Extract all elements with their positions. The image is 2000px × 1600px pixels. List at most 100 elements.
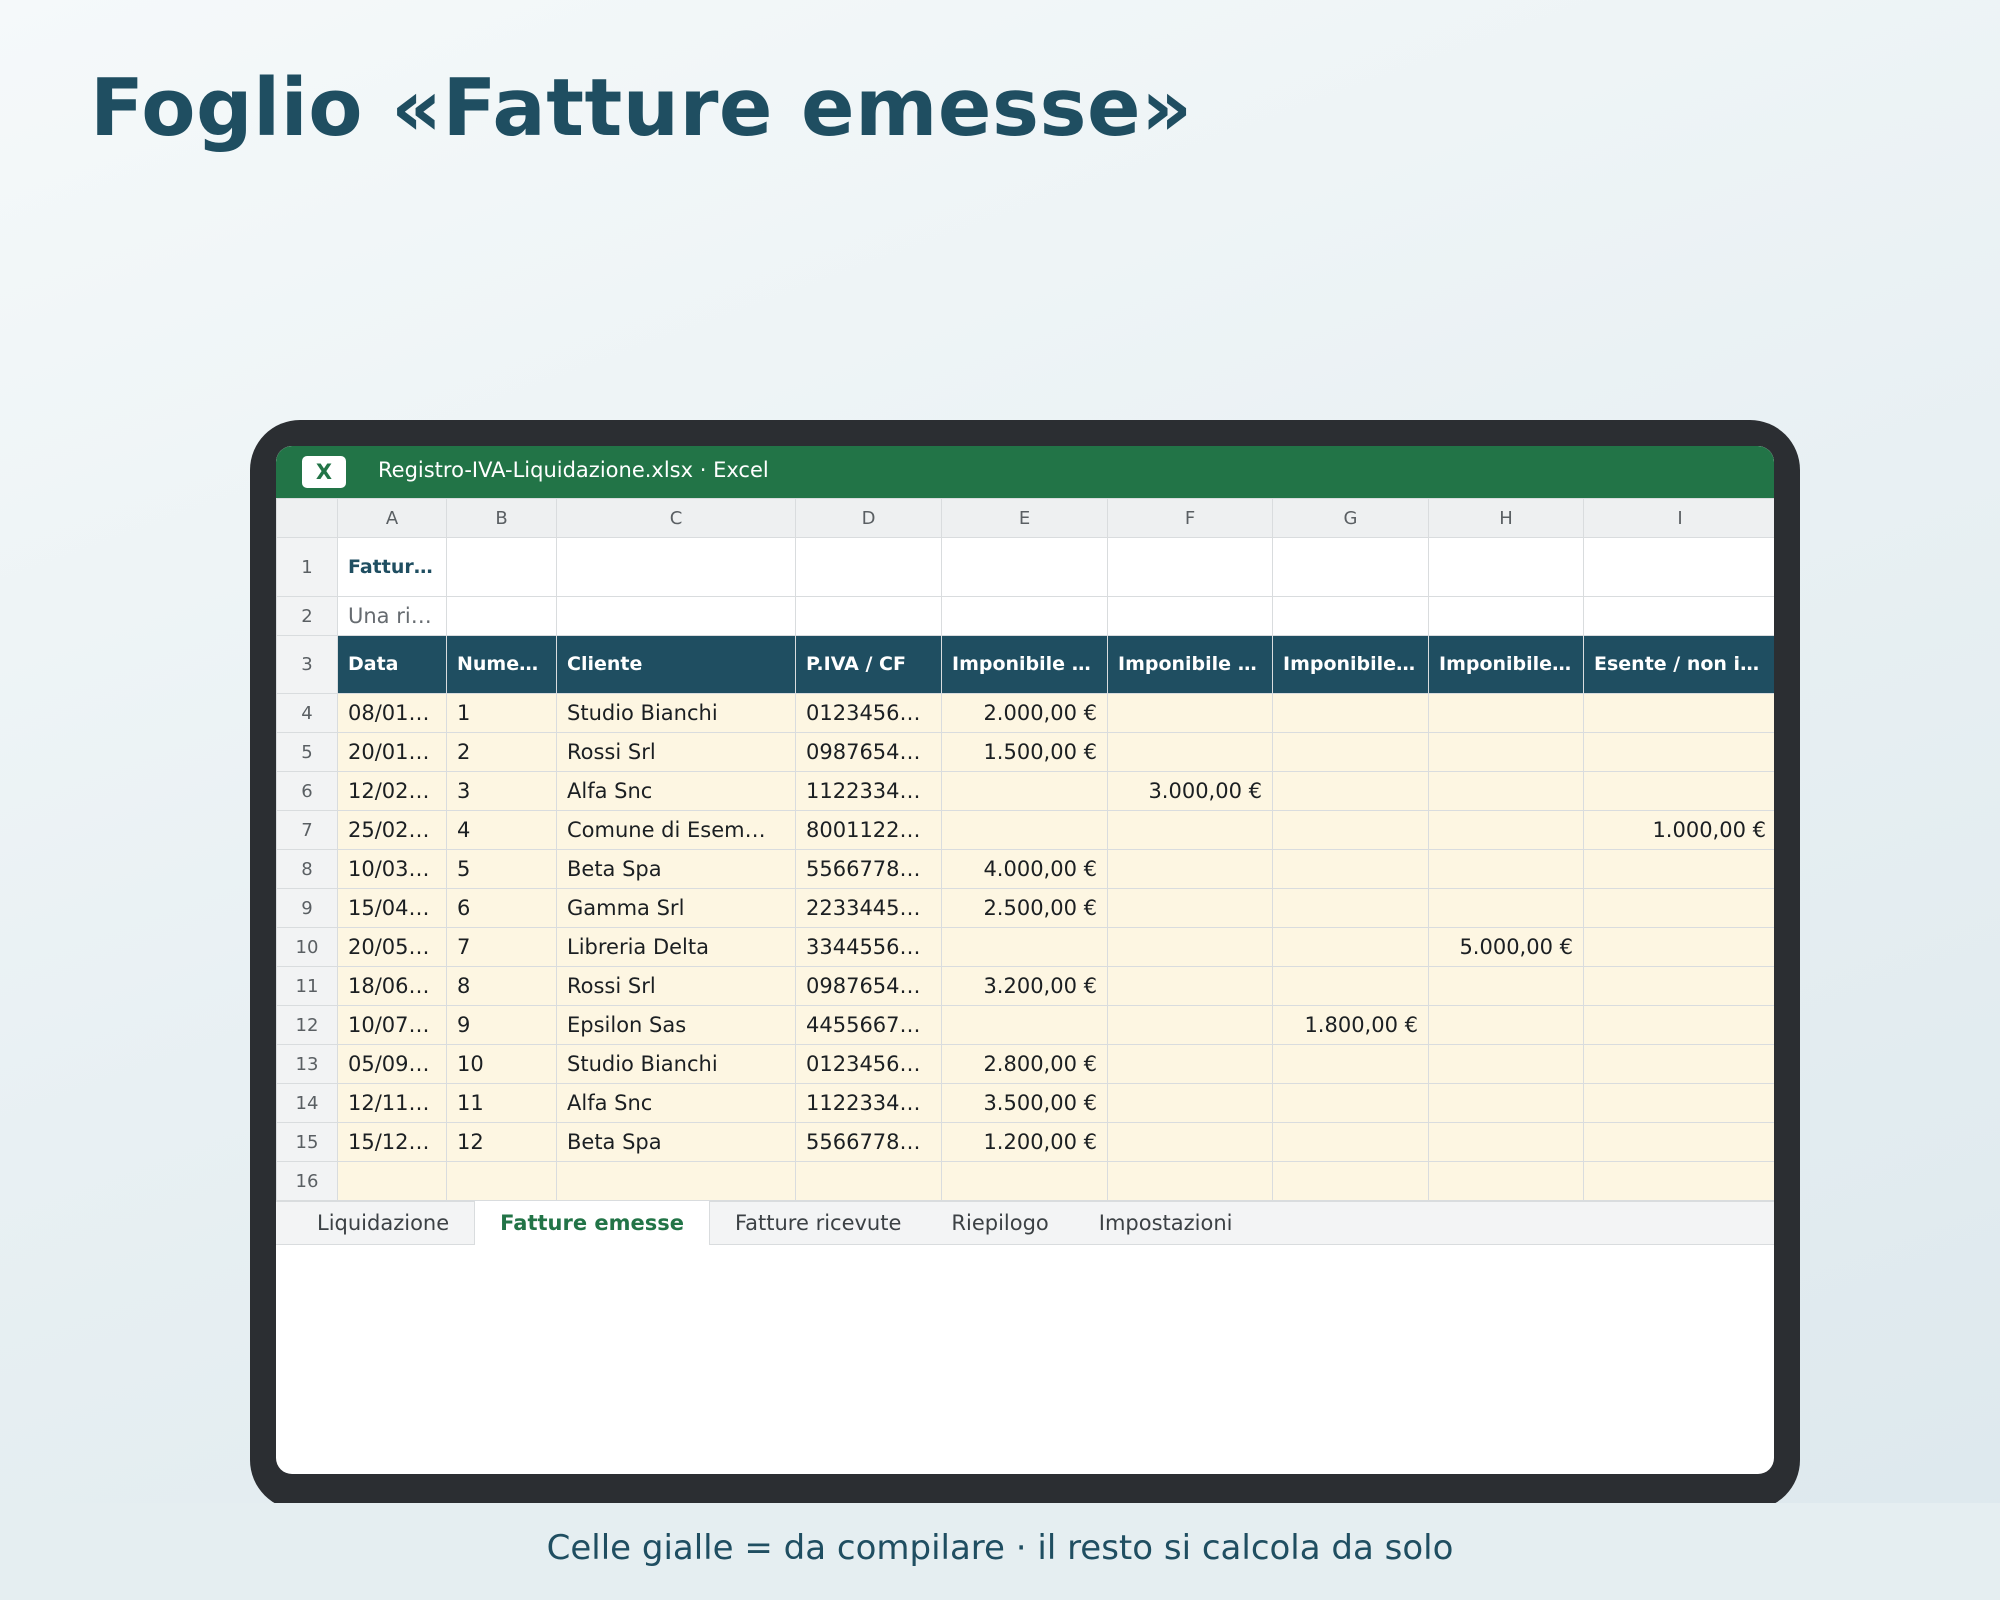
data-cell[interactable]: 18/06… <box>337 966 447 1006</box>
data-cell[interactable] <box>1272 927 1429 967</box>
data-cell[interactable]: 1.500,00 € <box>941 732 1108 772</box>
data-cell[interactable]: 0123456… <box>795 1044 942 1084</box>
row-number[interactable]: 13 <box>276 1044 338 1084</box>
header-data[interactable]: Data <box>337 635 447 694</box>
data-cell[interactable]: 3 <box>446 771 557 811</box>
data-cell[interactable] <box>1583 1161 1774 1201</box>
data-cell[interactable] <box>1107 927 1273 967</box>
data-cell[interactable]: 10/07… <box>337 1005 447 1045</box>
data-cell[interactable]: 3344556… <box>795 927 942 967</box>
data-cell[interactable]: Alfa Snc <box>556 771 796 811</box>
data-cell[interactable] <box>1107 888 1273 928</box>
data-cell[interactable]: 0123456… <box>795 693 942 733</box>
data-cell[interactable]: 1.000,00 € <box>1583 810 1774 850</box>
cell[interactable] <box>556 596 796 636</box>
data-cell[interactable] <box>1107 1161 1273 1201</box>
data-cell[interactable]: 5566778… <box>795 849 942 889</box>
data-cell[interactable] <box>1583 1122 1774 1162</box>
data-cell[interactable] <box>1272 1083 1429 1123</box>
data-cell[interactable]: Studio Bianchi <box>556 1044 796 1084</box>
data-cell[interactable] <box>1428 1044 1584 1084</box>
cell[interactable] <box>941 537 1108 597</box>
row-number[interactable]: 15 <box>276 1122 338 1162</box>
data-cell[interactable] <box>1272 1044 1429 1084</box>
data-cell[interactable]: 20/05… <box>337 927 447 967</box>
data-cell[interactable] <box>1583 693 1774 733</box>
data-cell[interactable] <box>1583 1083 1774 1123</box>
data-cell[interactable] <box>1272 1122 1429 1162</box>
data-cell[interactable] <box>1107 966 1273 1006</box>
data-cell[interactable]: Comune di Esem… <box>556 810 796 850</box>
data-cell[interactable] <box>1107 849 1273 889</box>
tab-fatture-emesse[interactable]: Fatture emesse <box>474 1201 710 1245</box>
data-cell[interactable]: 2233445… <box>795 888 942 928</box>
data-cell[interactable]: 11 <box>446 1083 557 1123</box>
data-cell[interactable] <box>1107 810 1273 850</box>
tab-riepilogo[interactable]: Riepilogo <box>926 1202 1073 1244</box>
data-cell[interactable] <box>1428 1161 1584 1201</box>
data-cell[interactable]: 1.800,00 € <box>1272 1005 1429 1045</box>
row-number[interactable]: 8 <box>276 849 338 889</box>
data-cell[interactable] <box>446 1161 557 1201</box>
data-cell[interactable]: Epsilon Sas <box>556 1005 796 1045</box>
header-piva-cf[interactable]: P.IVA / CF <box>795 635 942 694</box>
data-cell[interactable] <box>1107 1122 1273 1162</box>
column-header-e[interactable]: E <box>941 498 1108 538</box>
data-cell[interactable]: 15/04… <box>337 888 447 928</box>
data-cell[interactable] <box>941 771 1108 811</box>
cell[interactable] <box>795 537 942 597</box>
data-cell[interactable]: Beta Spa <box>556 849 796 889</box>
cell[interactable] <box>1428 537 1584 597</box>
cell[interactable] <box>795 596 942 636</box>
data-cell[interactable]: 3.500,00 € <box>941 1083 1108 1123</box>
data-cell[interactable] <box>941 927 1108 967</box>
data-cell[interactable] <box>1272 771 1429 811</box>
header-imponibile-10[interactable]: Imponibile 10% <box>1107 635 1273 694</box>
data-cell[interactable]: 12/11… <box>337 1083 447 1123</box>
data-cell[interactable] <box>795 1161 942 1201</box>
subtitle-cell[interactable]: Una ri… <box>337 596 447 636</box>
data-cell[interactable]: 4455667… <box>795 1005 942 1045</box>
data-cell[interactable]: Studio Bianchi <box>556 693 796 733</box>
header-imponibile-5[interactable]: Imponibile 5% <box>1272 635 1429 694</box>
data-cell[interactable]: 5 <box>446 849 557 889</box>
data-cell[interactable] <box>556 1161 796 1201</box>
data-cell[interactable]: 10 <box>446 1044 557 1084</box>
column-header-a[interactable]: A <box>337 498 447 538</box>
row-number[interactable]: 6 <box>276 771 338 811</box>
column-header-h[interactable]: H <box>1428 498 1584 538</box>
data-cell[interactable] <box>1272 966 1429 1006</box>
data-cell[interactable] <box>1583 927 1774 967</box>
data-cell[interactable]: Rossi Srl <box>556 966 796 1006</box>
data-cell[interactable] <box>1107 1005 1273 1045</box>
data-cell[interactable] <box>1272 1161 1429 1201</box>
cell[interactable] <box>556 537 796 597</box>
tab-liquidazione[interactable]: Liquidazione <box>292 1202 474 1244</box>
data-cell[interactable]: 8001122… <box>795 810 942 850</box>
data-cell[interactable]: 2.800,00 € <box>941 1044 1108 1084</box>
data-cell[interactable] <box>1428 1083 1584 1123</box>
data-cell[interactable]: 9 <box>446 1005 557 1045</box>
data-cell[interactable]: 8 <box>446 966 557 1006</box>
data-cell[interactable]: 2.000,00 € <box>941 693 1108 733</box>
data-cell[interactable] <box>1428 732 1584 772</box>
data-cell[interactable]: 2 <box>446 732 557 772</box>
data-cell[interactable]: 2.500,00 € <box>941 888 1108 928</box>
row-number[interactable]: 14 <box>276 1083 338 1123</box>
column-header-b[interactable]: B <box>446 498 557 538</box>
select-all-corner[interactable] <box>276 498 338 538</box>
cell[interactable] <box>1583 537 1774 597</box>
data-cell[interactable] <box>1428 1005 1584 1045</box>
cell[interactable] <box>446 537 557 597</box>
row-number[interactable]: 12 <box>276 1005 338 1045</box>
data-cell[interactable] <box>1107 732 1273 772</box>
cell[interactable] <box>1272 537 1429 597</box>
data-cell[interactable] <box>1583 888 1774 928</box>
cell[interactable] <box>1428 596 1584 636</box>
data-cell[interactable]: Rossi Srl <box>556 732 796 772</box>
data-cell[interactable] <box>1272 888 1429 928</box>
cell[interactable] <box>1272 596 1429 636</box>
row-number[interactable]: 16 <box>276 1161 338 1201</box>
data-cell[interactable]: 5566778… <box>795 1122 942 1162</box>
header-imponibile-4[interactable]: Imponibile 4% <box>1428 635 1584 694</box>
